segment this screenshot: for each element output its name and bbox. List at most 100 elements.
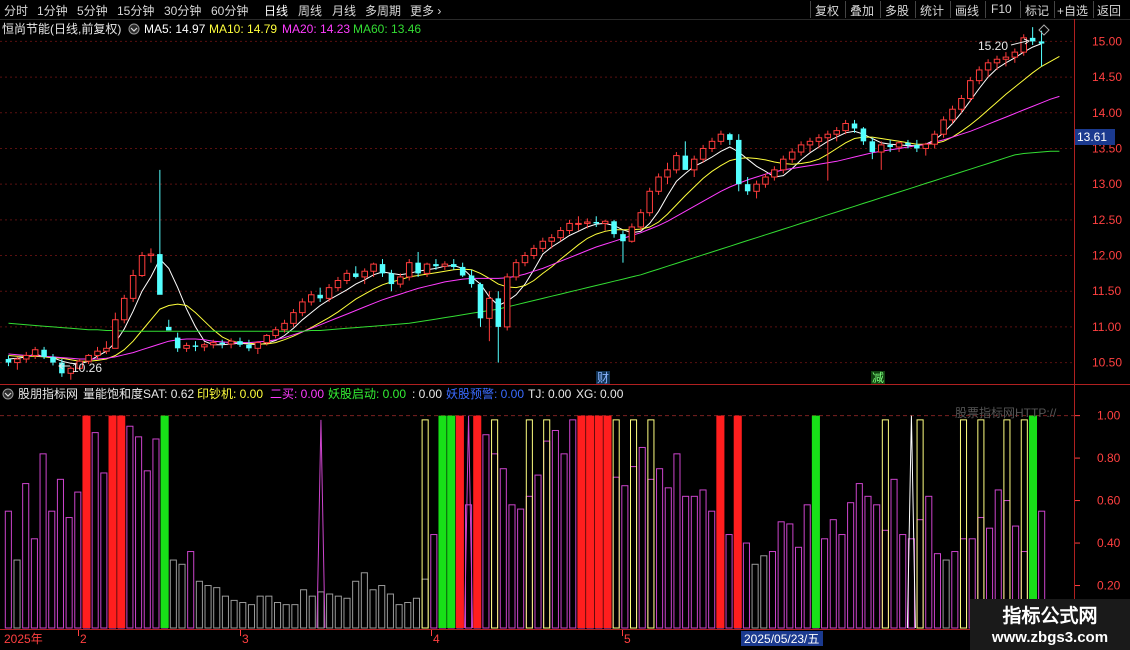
sat-bar: [230, 599, 238, 629]
sat-bar: [91, 432, 99, 629]
ma10-label: MA10: 14.79: [209, 22, 277, 36]
candle-body: [949, 108, 956, 121]
signal-bar: [811, 415, 820, 628]
sat-bar: [30, 538, 38, 629]
sat-bar: [742, 542, 750, 629]
collapse-icon[interactable]: [2, 388, 14, 400]
ygyj-label: 妖股预警: 0.00: [446, 386, 524, 401]
candle-body: [646, 190, 653, 214]
candle-body: [877, 144, 885, 153]
candle-body: [370, 263, 377, 272]
date-label: 5: [624, 632, 631, 646]
indicator-tick: 0.60: [1097, 494, 1121, 508]
indicator-tick: 0.80: [1097, 451, 1121, 465]
sat-bar: [343, 597, 351, 629]
sat-bar: [334, 595, 342, 629]
date-label: 2: [80, 632, 87, 646]
low-price-label: 10.26: [72, 361, 102, 375]
sat-bar: [221, 595, 229, 629]
price-tick: 12.00: [1092, 249, 1122, 263]
candle-body: [690, 158, 698, 171]
sat-bar: [829, 519, 837, 629]
ma60-label: MA60: 13.46: [353, 22, 421, 36]
ma5-line: [8, 43, 1042, 365]
chart-canvas[interactable]: 恒尚节能(日线,前复权) MA5: 14.97 MA10: 14.79 MA20…: [0, 0, 1130, 650]
sat-bar: [256, 595, 264, 629]
candle-body: [699, 147, 707, 160]
signal-bar: [881, 419, 889, 629]
sat-bar: [317, 591, 325, 629]
price-legend: 恒尚节能(日线,前复权) MA5: 14.97 MA10: 14.79 MA20…: [2, 21, 421, 36]
candle-body: [584, 221, 591, 224]
sat-bar: [48, 510, 56, 629]
emai-label: 二买: 0.00: [270, 387, 324, 401]
candle-body: [281, 322, 288, 331]
diamond-icon[interactable]: [1038, 24, 1050, 36]
sat-bar: [690, 495, 698, 629]
sat-bar: [395, 604, 403, 629]
price-tick: 11.50: [1092, 284, 1121, 298]
candle-body: [637, 212, 645, 228]
sat-bar: [673, 453, 681, 629]
date-label: 3: [242, 632, 249, 646]
sat-bar: [543, 440, 551, 629]
ma10-line: [8, 55, 1060, 362]
candle-body: [423, 263, 431, 274]
candle-body: [397, 276, 404, 285]
price-tick: 12.50: [1092, 213, 1122, 227]
signal-bar: [1028, 415, 1038, 628]
candle-body: [23, 354, 30, 360]
candle-body: [317, 294, 323, 299]
price-tick: 14.50: [1092, 70, 1122, 84]
sat-bar: [864, 495, 872, 629]
candle-body: [940, 119, 947, 135]
sat-bar: [664, 487, 672, 629]
sat-bar: [699, 489, 707, 629]
sat-bar: [352, 580, 360, 629]
candle-body: [717, 133, 725, 142]
candle-body: [343, 272, 351, 282]
sat-bar: [247, 604, 256, 629]
candle-body: [682, 155, 689, 170]
sat-bar: [213, 587, 221, 629]
sat-bar: [638, 446, 646, 629]
candle-body: [771, 169, 778, 178]
candle-body: [1011, 51, 1019, 58]
sat-bar: [933, 553, 941, 629]
candle-body: [780, 158, 787, 171]
candle-body: [575, 222, 582, 225]
sat-bar: [178, 563, 186, 629]
candle-body: [851, 123, 858, 129]
signal-bar: [916, 419, 924, 629]
indicator-legend: 股朋指标网 量能饱和度SAT: 0.62 印钞机: 0.00 二买: 0.00 …: [2, 386, 624, 401]
candle-body: [495, 298, 502, 327]
candle-body: [379, 264, 386, 274]
sat-bar: [56, 478, 64, 629]
candle-body: [958, 98, 965, 110]
sat-bar: [273, 602, 282, 629]
price-tick: 15.00: [1092, 34, 1122, 48]
candle-body: [708, 140, 716, 149]
candle-body: [984, 62, 992, 71]
candle-body: [931, 133, 938, 145]
signal-bar: [733, 415, 742, 628]
candle-body: [842, 122, 849, 132]
sat-bar: [378, 585, 386, 629]
collapse-icon[interactable]: [128, 23, 140, 35]
sat-bar: [412, 597, 420, 629]
sat-bar: [959, 538, 968, 629]
sat-bar: [951, 551, 959, 629]
tj-label: TJ: 0.00: [528, 387, 572, 401]
candle-body: [165, 326, 172, 331]
candle-body: [290, 312, 297, 324]
sat-bar: [239, 602, 247, 629]
stock-title: 恒尚节能(日线,前复权): [2, 21, 121, 36]
reduce-marker-label: 减: [872, 371, 884, 385]
sat-label: 量能饱和度SAT: 0.62: [83, 386, 194, 401]
sat-bar: [621, 485, 629, 629]
ma5-label: MA5: 14.97: [144, 22, 206, 36]
sat-bar: [525, 495, 533, 629]
sat-bar: [65, 517, 73, 629]
signal-bar: [594, 415, 603, 628]
candle-body: [727, 134, 733, 140]
